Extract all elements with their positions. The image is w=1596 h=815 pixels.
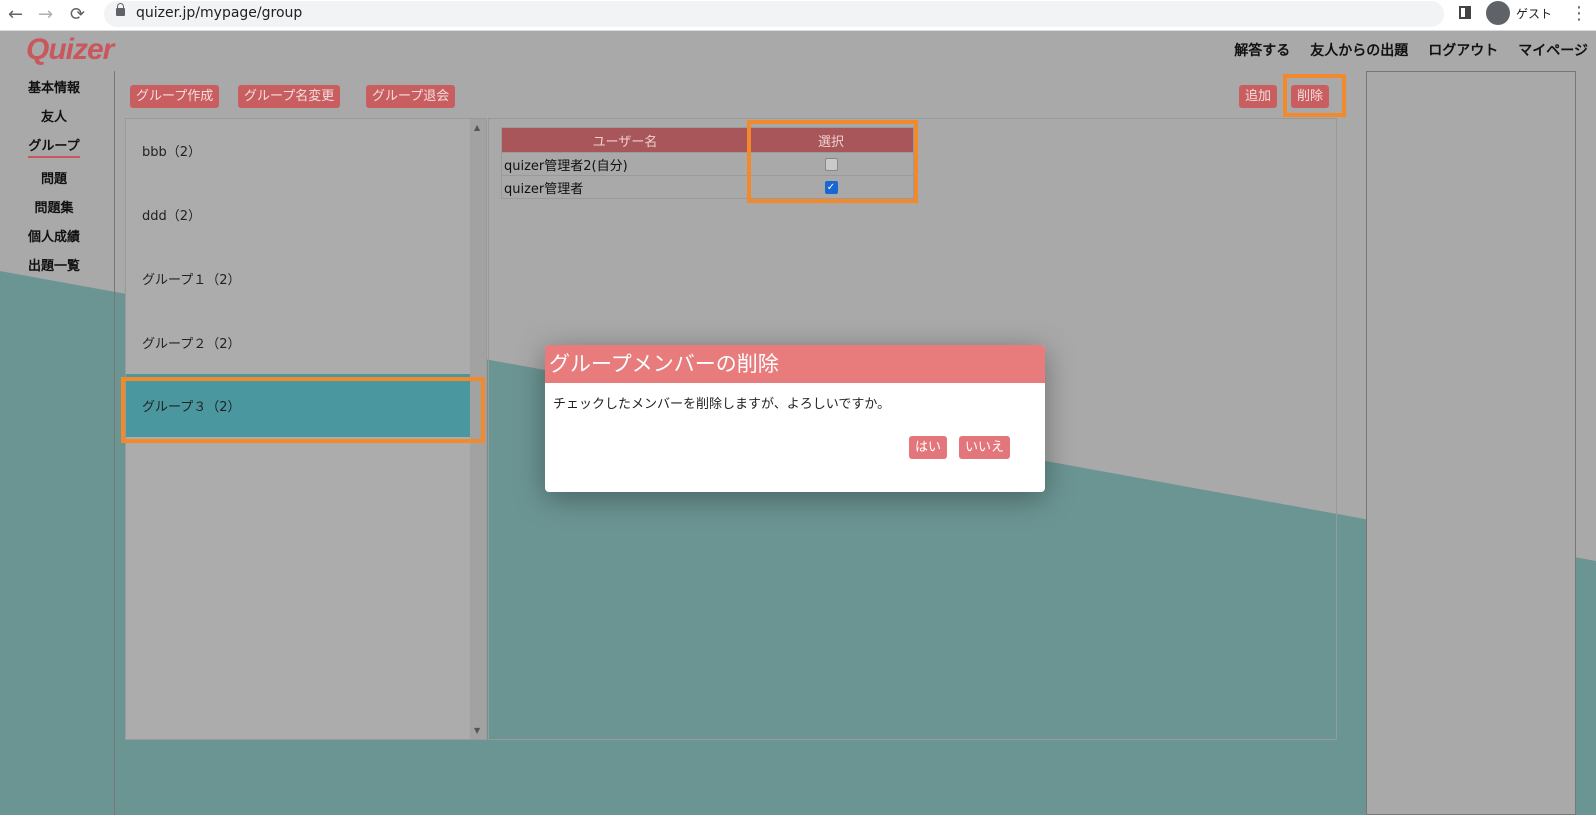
browser-menu-icon[interactable]: ⋮ [1570,3,1588,24]
site-logo[interactable]: Quizer [26,33,114,67]
sidebar-divider [114,71,115,815]
nav-logout[interactable]: ログアウト [1428,40,1498,60]
sidebar-item-question-sets[interactable]: 問題集 [0,199,108,228]
group-item-label: ddd（2） [142,209,202,224]
add-member-button[interactable]: 追加 [1239,85,1278,108]
rename-group-button[interactable]: グループ名変更 [238,85,341,108]
lock-icon [116,3,125,16]
forward-arrow-icon[interactable]: → [38,4,53,25]
sidebar-item-questions[interactable]: 問題 [0,170,108,199]
member-name: quizer管理者 [501,175,749,199]
group-item-group-1[interactable]: グループ１（2） [126,247,470,310]
group-item-label: グループ２（2） [142,337,241,352]
top-nav: 解答する 友人からの出題 ログアウト マイページ [1234,40,1588,60]
member-name: quizer管理者2(自分) [501,152,749,176]
page: Quizer 解答する 友人からの出題 ログアウト マイページ 基本情報 友人 … [0,31,1596,815]
profile-label[interactable]: ゲスト [1516,5,1552,22]
leave-group-button[interactable]: グループ退会 [366,85,456,108]
group-item-bbb[interactable]: bbb（2） [126,119,470,182]
delete-members-dialog: グループメンバーの削除 チェックしたメンバーを削除しますが、よろしいですか。 は… [545,345,1045,492]
sidebar-item-label: グループ [28,139,80,158]
sidebar-item-basic-info[interactable]: 基本情報 [0,79,108,108]
nav-answer[interactable]: 解答する [1234,40,1290,60]
group-item-group-2[interactable]: グループ２（2） [126,311,470,374]
dialog-yes-button[interactable]: はい [909,436,948,459]
sidebar-item-friends[interactable]: 友人 [0,108,108,137]
profile-avatar-icon[interactable] [1486,1,1510,25]
checkbox-column-highlight [747,120,918,203]
scroll-up-icon[interactable]: ▲ [474,123,480,132]
browser-toolbar: ← → ⟳ quizer.jp/mypage/group ゲスト ⋮ [0,0,1596,31]
group-item-label: bbb（2） [142,145,202,160]
reload-icon[interactable]: ⟳ [70,4,85,25]
nav-mypage[interactable]: マイページ [1518,40,1588,60]
sidebar-item-label: 出題一覧 [27,259,80,274]
sidebar-item-label: 個人成績 [27,230,80,245]
url-text: quizer.jp/mypage/group [136,5,303,21]
sidebar: 基本情報 友人 グループ 問題 問題集 個人成績 出題一覧 [0,79,108,286]
sidebar-item-label: 問題集 [34,201,74,216]
sidebar-item-label: 問題 [40,172,67,187]
group-item-label: グループ１（2） [142,273,241,288]
dialog-no-button[interactable]: いいえ [959,436,1011,459]
selected-group-highlight [121,377,485,443]
back-arrow-icon[interactable]: ← [8,4,23,25]
right-panel [1366,71,1576,815]
sidebar-item-group[interactable]: グループ [0,137,108,170]
sidebar-item-label: 友人 [40,110,67,125]
column-header-username: ユーザー名 [501,127,749,153]
dialog-message: チェックしたメンバーを削除しますが、よろしいですか。 [553,397,891,412]
delete-button-highlight [1283,74,1346,117]
create-group-button[interactable]: グループ作成 [130,85,220,108]
dialog-title: グループメンバーの削除 [545,345,1045,383]
address-bar[interactable]: quizer.jp/mypage/group [104,1,1444,27]
sidebar-item-personal-results[interactable]: 個人成績 [0,228,108,257]
scroll-down-icon[interactable]: ▼ [474,726,480,735]
nav-friend-questions[interactable]: 友人からの出題 [1310,40,1408,60]
sidebar-item-label: 基本情報 [27,81,80,96]
sidebar-item-question-list[interactable]: 出題一覧 [0,257,108,286]
group-item-ddd[interactable]: ddd（2） [126,183,470,246]
side-panel-icon[interactable] [1459,6,1471,19]
